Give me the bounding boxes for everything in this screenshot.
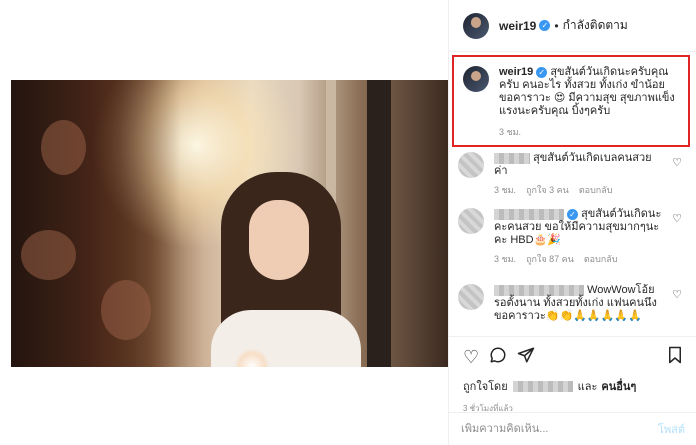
post-photo[interactable] [11, 80, 448, 367]
comment-item: ✓ สุขสันต์วันเกิดนะคะคนสวย ขอให้มีความสุ… [458, 208, 690, 266]
comment-time[interactable]: 3 ชม. [494, 253, 516, 266]
comment-item: WowWowโอ้ยรอตั้งนาน ทั้งสวยทั้งเก่ง แฟนค… [458, 284, 690, 323]
curtain-pattern [101, 280, 151, 340]
comment-meta: 3 ชม. ถูกใจ 87 คน ตอบกลับ [494, 253, 664, 266]
commenter-avatar[interactable] [458, 208, 484, 234]
post-actions: ♡ ถูกใจโดย และ คนอื่นๆ 3 ชั่วโมงที่แล้ว [449, 336, 696, 415]
caption-avatar[interactable] [463, 66, 489, 92]
commenter-avatar[interactable] [458, 152, 484, 178]
commenter-avatar[interactable] [458, 284, 484, 310]
curtain-pattern [21, 230, 76, 280]
liked-by: ถูกใจโดย และ คนอื่นๆ [463, 377, 683, 395]
verified-icon: ✓ [536, 66, 548, 78]
liked-by-user[interactable] [512, 380, 573, 392]
curtain-pattern [41, 120, 86, 175]
share-icon[interactable] [517, 346, 535, 368]
comment-meta: 3 ชม. ถูกใจ 3 คน ตอบกลับ [494, 184, 664, 197]
mirror-frame [367, 80, 391, 367]
bookmark-icon[interactable] [667, 346, 683, 368]
liked-by-others[interactable]: คนอื่นๆ [601, 377, 636, 395]
reply-button[interactable]: ตอบกลับ [579, 184, 613, 197]
post-header: weir19 ✓ • กำลังติดตาม [449, 0, 696, 52]
verified-icon: ✓ [567, 208, 578, 220]
comment-icon[interactable] [489, 346, 507, 368]
comment-likes[interactable]: ถูกใจ 87 คน [526, 253, 574, 266]
author-avatar[interactable] [463, 12, 489, 39]
comment-heart-icon[interactable]: ♡ [672, 212, 682, 225]
commenter-username[interactable] [494, 284, 584, 296]
caption: weir19 ✓ สุขสันต์วันเกิดนะครับคุณครับ คนอ… [463, 66, 689, 139]
curtain [11, 80, 181, 367]
photo-area [0, 0, 448, 445]
separator: • [554, 18, 559, 33]
liked-by-and: และ [577, 381, 598, 393]
portrait-shirt [211, 310, 361, 367]
follow-status-button[interactable]: กำลังติดตาม [563, 16, 628, 35]
caption-time: 3 ชม. [499, 127, 522, 137]
caption-username[interactable]: weir19 [499, 66, 533, 78]
comment-body: ✓ สุขสันต์วันเกิดนะคะคนสวย ขอให้มีความสุ… [494, 208, 664, 266]
comment-heart-icon[interactable]: ♡ [672, 288, 682, 301]
caption-text-block: weir19 ✓ สุขสันต์วันเกิดนะครับคุณครับ คนอ… [499, 66, 679, 139]
verified-icon: ✓ [539, 20, 551, 31]
post-comment-button[interactable]: โพสต์ [658, 420, 685, 438]
reply-button[interactable]: ตอบกลับ [584, 253, 618, 266]
comment-heart-icon[interactable]: ♡ [672, 156, 682, 169]
action-row: ♡ [463, 345, 683, 369]
comment-body: สุขสันต์วันเกิดเบลคนสวยค่า 3 ชม. ถูกใจ 3… [494, 152, 664, 197]
add-comment-bar: โพสต์ [449, 412, 696, 445]
heart-icon[interactable]: ♡ [463, 347, 479, 367]
liked-by-prefix: ถูกใจโดย [463, 381, 508, 393]
commenter-username[interactable] [494, 208, 564, 220]
author-info: weir19 ✓ • กำลังติดตาม [499, 16, 628, 35]
comment-time[interactable]: 3 ชม. [494, 184, 516, 197]
post-panel: weir19 ✓ • กำลังติดตาม weir19 ✓ สุขสันต์ว… [448, 0, 696, 445]
comment-input[interactable] [461, 423, 650, 435]
comment-item: สุขสันต์วันเกิดเบลคนสวยค่า 3 ชม. ถูกใจ 3… [458, 152, 690, 197]
commenter-username[interactable] [494, 152, 530, 164]
author-username[interactable]: weir19 [499, 19, 536, 33]
portrait-face [249, 200, 309, 280]
comment-body: WowWowโอ้ยรอตั้งนาน ทั้งสวยทั้งเก่ง แฟนค… [494, 284, 664, 323]
comment-likes[interactable]: ถูกใจ 3 คน [526, 184, 569, 197]
